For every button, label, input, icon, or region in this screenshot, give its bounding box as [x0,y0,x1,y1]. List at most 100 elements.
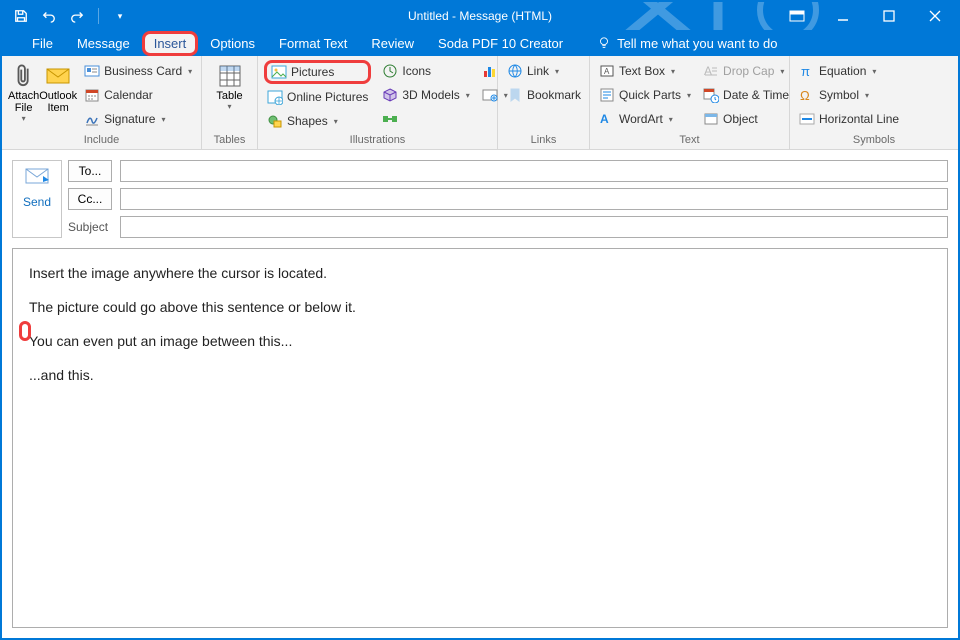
group-text: A Text Box ▾ Quick Parts▾ A WordArt▾ A [590,56,790,149]
chevron-down-icon: ▾ [227,102,231,111]
tab-file[interactable]: File [20,30,65,56]
body-line: You can even put an image between this..… [29,333,931,349]
attach-file-button[interactable]: Attach File ▾ [8,58,39,123]
group-illustrations: Pictures Online Pictures Shapes▾ Icons [258,56,498,149]
svg-text:π: π [801,64,810,79]
group-include: Attach File ▾ Outlook Item Business Card… [2,56,202,149]
close-button[interactable] [912,2,958,30]
chevron-down-icon: ▾ [669,115,673,124]
message-body[interactable]: Insert the image anywhere the cursor is … [12,248,948,628]
drop-cap-icon: A [703,63,719,79]
chevron-down-icon: ▾ [687,91,691,100]
qat-customize-icon[interactable]: ▾ [109,5,131,27]
subject-field[interactable] [120,216,948,238]
screenshot-icon [482,87,498,103]
symbol-button[interactable]: Ω Symbol▾ [796,84,902,106]
tab-message[interactable]: Message [65,30,142,56]
bookmark-icon [507,87,523,103]
tab-format-text[interactable]: Format Text [267,30,359,56]
signature-button[interactable]: Signature▾ [81,108,195,130]
attach-file-label: Attach File [8,90,39,114]
link-icon [507,63,523,79]
drop-cap-label: Drop Cap [723,64,774,78]
group-links: Link▾ Bookmark Links [498,56,590,149]
svg-text:A: A [704,64,712,78]
tab-insert[interactable]: Insert [142,31,199,56]
chevron-down-icon: ▾ [22,114,26,123]
wordart-icon: A [599,111,615,127]
pictures-label: Pictures [291,65,334,79]
online-pictures-button[interactable]: Online Pictures [264,86,371,108]
to-field[interactable] [120,160,948,182]
equation-icon: π [799,63,815,79]
tab-soda-pdf[interactable]: Soda PDF 10 Creator [426,30,575,56]
smartart-button[interactable] [379,108,399,130]
equation-button[interactable]: π Equation ▾ [796,60,902,82]
text-box-label: Text Box [619,64,665,78]
chevron-down-icon: ▾ [865,91,869,100]
date-time-button[interactable]: Date & Time [700,84,792,106]
lightbulb-icon [597,36,611,50]
3d-models-button[interactable]: 3D Models ▾ [379,84,472,106]
send-label: Send [23,195,51,209]
undo-icon[interactable] [38,5,60,27]
svg-text:Ω: Ω [800,88,810,103]
calendar-label: Calendar [104,88,153,102]
table-button[interactable]: Table ▾ [208,58,251,111]
smartart-icon [382,111,398,127]
group-symbols: π Equation ▾ Ω Symbol▾ Horizontal Line S… [790,56,958,149]
pictures-button[interactable]: Pictures [264,60,371,84]
maximize-button[interactable] [866,2,912,30]
horizontal-line-button[interactable]: Horizontal Line [796,108,902,130]
calendar-icon [84,87,100,103]
cc-button[interactable]: Cc... [68,188,112,210]
icons-icon [382,63,398,79]
text-box-button[interactable]: A Text Box ▾ [596,60,694,82]
group-symbols-label: Symbols [796,134,952,149]
shapes-button[interactable]: Shapes▾ [264,110,371,132]
chevron-down-icon: ▾ [161,115,165,124]
quick-parts-button[interactable]: Quick Parts▾ [596,84,694,106]
quick-access-toolbar: ▾ [2,5,131,27]
body-line: The picture could go above this sentence… [29,299,931,315]
bookmark-label: Bookmark [527,88,581,102]
horizontal-line-label: Horizontal Line [819,112,899,126]
to-button[interactable]: To... [68,160,112,182]
object-icon [703,111,719,127]
tab-review[interactable]: Review [359,30,426,56]
send-icon [25,167,49,185]
group-links-label: Links [504,134,583,149]
text-box-icon: A [599,63,615,79]
tab-options[interactable]: Options [198,30,267,56]
redo-icon[interactable] [66,5,88,27]
quick-parts-icon [599,87,615,103]
title-bar: ▾ Untitled - Message (HTML) [2,2,958,30]
body-line: Insert the image anywhere the cursor is … [29,265,931,281]
calendar-button[interactable]: Calendar [81,84,195,106]
chevron-down-icon: ▾ [334,117,338,126]
business-card-icon [84,63,100,79]
business-card-label: Business Card [104,64,182,78]
ribbon: Attach File ▾ Outlook Item Business Card… [2,56,958,150]
outlook-item-button[interactable]: Outlook Item [39,58,77,114]
chevron-down-icon: ▾ [466,91,470,100]
icons-label: Icons [402,64,431,78]
chart-button[interactable] [479,60,499,82]
business-card-button[interactable]: Business Card ▾ [81,60,195,82]
save-icon[interactable] [10,5,32,27]
3d-models-label: 3D Models [402,88,459,102]
chevron-down-icon: ▾ [188,67,192,76]
chevron-down-icon: ▾ [671,67,675,76]
window-title: Untitled - Message (HTML) [408,9,552,23]
signature-icon [84,111,100,127]
bookmark-button[interactable]: Bookmark [504,84,584,106]
tell-me-search[interactable]: Tell me what you want to do [585,30,789,56]
cc-field[interactable] [120,188,948,210]
wordart-button[interactable]: A WordArt▾ [596,108,694,130]
send-button[interactable]: Send [12,160,62,238]
drop-cap-button[interactable]: A Drop Cap▾ [700,60,792,82]
link-button[interactable]: Link▾ [504,60,584,82]
object-button[interactable]: Object [700,108,792,130]
table-label: Table [216,90,242,102]
icons-button[interactable]: Icons [379,60,472,82]
